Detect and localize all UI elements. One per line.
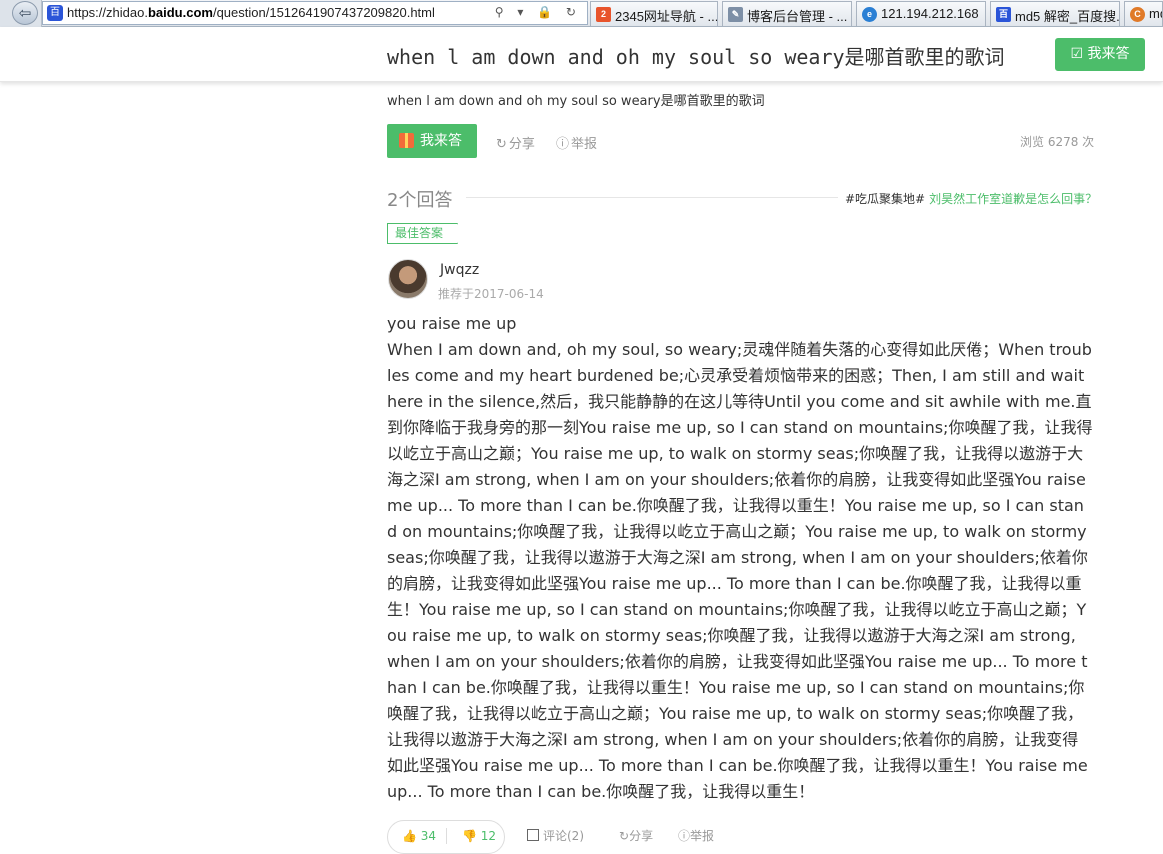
browser-tab-ip[interactable]: e 121.194.212.168 bbox=[856, 1, 986, 26]
thumbs-up-icon: 👍 bbox=[402, 829, 417, 843]
vote-group: 👍 34 👎 12 bbox=[387, 820, 505, 854]
address-bar-icons[interactable]: ⚲ ▾ 🔒 ↻ bbox=[495, 5, 581, 19]
alert-icon: ⓘ bbox=[678, 829, 691, 843]
browser-icon: C bbox=[1130, 7, 1145, 22]
browser-toolbar: ⇦ 百 https://zhidao.baidu.com/question/15… bbox=[0, 0, 1163, 27]
best-answer-badge: 最佳答案 bbox=[387, 223, 458, 244]
answer-button[interactable]: 我来答 bbox=[387, 124, 477, 158]
vote-separator bbox=[446, 828, 447, 844]
thumbs-down-icon: 👎 bbox=[462, 829, 477, 843]
answer-text: When I am down and, oh my soul, so weary… bbox=[387, 340, 1093, 801]
report-link[interactable]: ⓘ 举报 bbox=[556, 133, 597, 152]
avatar[interactable] bbox=[388, 259, 428, 299]
share-icon: ↻ bbox=[496, 137, 507, 152]
address-bar[interactable]: 百 https://zhidao.baidu.com/question/1512… bbox=[42, 1, 588, 25]
url-text[interactable]: https://zhidao.baidu.com/question/151264… bbox=[67, 5, 435, 20]
answer-button-top[interactable]: ☑ 我来答 bbox=[1055, 38, 1145, 71]
answer-body: you raise me up When I am down and, oh m… bbox=[387, 311, 1093, 805]
back-button[interactable]: ⇦ bbox=[0, 0, 42, 27]
hot-tag: #吃瓜聚集地# bbox=[845, 192, 926, 206]
gift-icon bbox=[399, 133, 414, 148]
sticky-question-header: when l am down and oh my soul so weary是哪… bbox=[0, 27, 1163, 82]
browser-tab-blog[interactable]: ✎ 博客后台管理 - ... bbox=[722, 1, 852, 26]
answer-report-button[interactable]: ⓘ举报 bbox=[678, 827, 714, 844]
view-count: 浏览 6278 次 bbox=[1020, 135, 1095, 149]
answer-title-line: you raise me up bbox=[387, 314, 517, 333]
browser-tab-md[interactable]: C md bbox=[1124, 1, 1163, 26]
recommend-date: 推荐于2017-06-14 bbox=[438, 287, 544, 301]
comment-button[interactable]: 评论(2) bbox=[527, 827, 584, 844]
edit-icon: ☑ bbox=[1070, 46, 1084, 62]
browser-tab-2345[interactable]: 2 2345网址导航 - ... bbox=[590, 1, 718, 26]
dislike-button[interactable]: 👎 12 bbox=[462, 829, 496, 843]
blog-icon: ✎ bbox=[728, 7, 743, 22]
question-description: when l am down and oh my soul so weary是哪… bbox=[387, 94, 765, 109]
hot-link[interactable]: 刘昊然工作室道歉是怎么回事？ bbox=[929, 192, 1097, 206]
question-title: when l am down and oh my soul so weary是哪… bbox=[387, 45, 1005, 69]
browser-tab-md5[interactable]: 百 md5 解密_百度搜... bbox=[990, 1, 1120, 26]
share-link[interactable]: ↻ 分享 bbox=[496, 133, 535, 152]
share-icon: ↻ bbox=[619, 829, 630, 843]
baidu-favicon-icon: 百 bbox=[47, 5, 63, 21]
answers-count: 2个回答 bbox=[387, 190, 453, 211]
like-button[interactable]: 👍 34 bbox=[402, 829, 436, 843]
comment-icon bbox=[527, 829, 539, 841]
2345-icon: 2 bbox=[596, 7, 611, 22]
answer-share-button[interactable]: ↻分享 bbox=[619, 827, 653, 844]
ie-icon: e bbox=[862, 7, 877, 22]
back-arrow-icon: ⇦ bbox=[12, 1, 38, 25]
hot-topic[interactable]: #吃瓜聚集地# 刘昊然工作室道歉是怎么回事？ bbox=[845, 190, 1097, 207]
divider bbox=[466, 197, 838, 198]
username[interactable]: Jwqzz bbox=[440, 262, 479, 278]
baidu-icon: 百 bbox=[996, 7, 1011, 22]
alert-icon: ⓘ bbox=[556, 137, 570, 152]
